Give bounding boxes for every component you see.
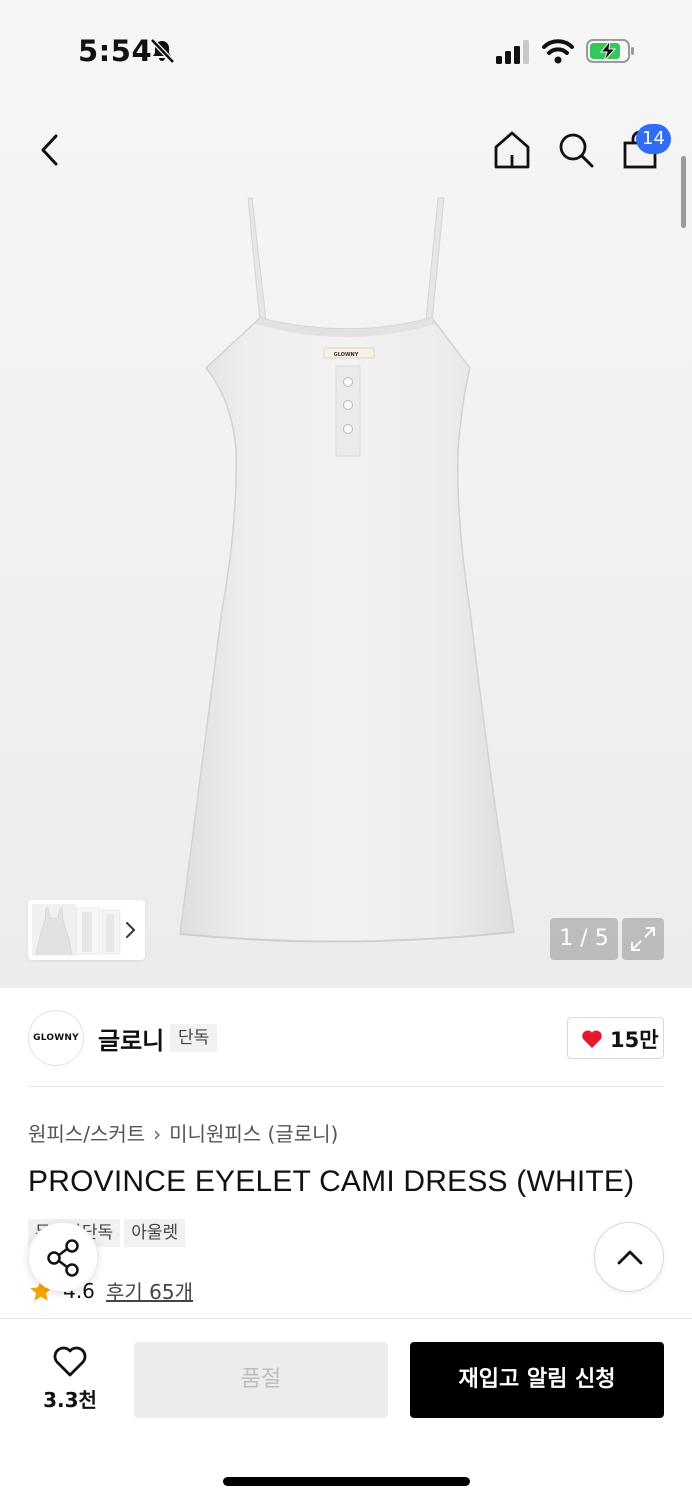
status-time: 5:54 [78,34,153,68]
chevron-up-icon [617,1250,643,1265]
battery-charging-icon [586,39,634,63]
breadcrumb-subcategory[interactable]: 미니원피스 (글로니) [169,1122,338,1146]
image-page-counter: 1 / 5 [550,918,618,960]
brand-like-button[interactable]: 15만 [567,1017,664,1059]
cart-count-badge: 14 [636,124,671,154]
home-indicator [223,1477,470,1486]
wishlist-count: 3.3천 [43,1388,97,1412]
breadcrumb-category[interactable]: 원피스/스커트 [28,1122,145,1146]
cellular-signal-icon [496,40,529,64]
share-icon [47,1239,79,1277]
brand-like-count: 15만 [610,1028,659,1052]
heart-outline-icon [53,1346,87,1377]
product-title: PROVINCE EYELET CAMI DRESS (WHITE) [28,1165,635,1198]
chevron-right-icon[interactable] [122,920,138,940]
reviews-link[interactable]: 후기 65개 [106,1280,193,1304]
brand-logo[interactable]: GLOWNY [28,1010,84,1066]
restock-alert-button[interactable]: 재입고 알림 신청 [410,1342,664,1418]
search-icon[interactable] [554,128,598,172]
chevron-right-icon: › [153,1122,162,1146]
tag-outlet: 아울렛 [124,1219,186,1247]
thumbnail-images [32,904,121,956]
scroll-to-top-button[interactable] [594,1222,664,1292]
heart-filled-icon [582,1030,602,1048]
expand-button[interactable] [622,918,664,960]
wifi-icon [542,39,574,64]
product-image-dress: GLOWNY [179,197,515,943]
share-button[interactable] [28,1222,98,1292]
back-arrow-icon[interactable] [32,130,68,170]
bell-off-icon [150,38,175,64]
brand-exclusive-tag: 단독 [170,1024,218,1052]
home-icon[interactable] [490,128,534,172]
divider [28,1086,664,1087]
breadcrumb: 원피스/스커트 › 미니원피스 (글로니) [28,1118,338,1147]
wishlist-button[interactable]: 3.3천 [30,1342,110,1418]
brand-name[interactable]: 글로니 [98,1021,164,1056]
dress-label-text: GLOWNY [334,352,359,358]
scroll-indicator [681,156,686,228]
product-image-gallery[interactable]: 5:54 14 GLOWNY 1 / 5 [0,0,692,988]
soldout-button: 품절 [134,1342,388,1418]
status-bar: 5:54 [0,0,692,100]
expand-icon [631,927,655,951]
